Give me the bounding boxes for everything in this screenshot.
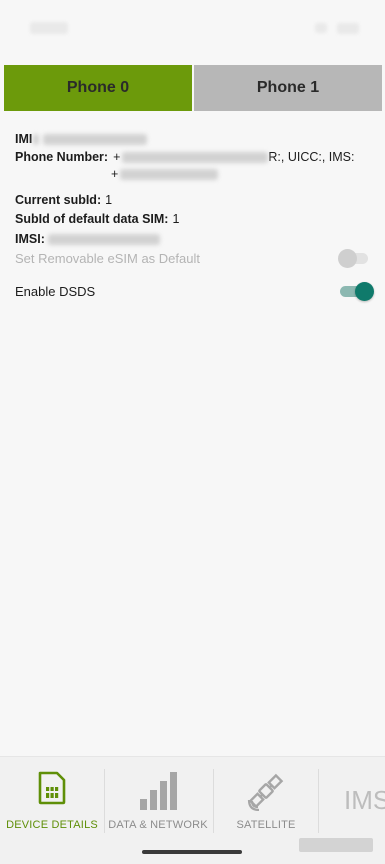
- current-subid-value: 1: [105, 192, 113, 207]
- signal-icon: [315, 23, 327, 33]
- dsds-label: Enable DSDS: [15, 283, 96, 299]
- phone-tabs: Phone 0 Phone 1: [4, 65, 382, 111]
- phone-number-row: Phone Number: + R:, UICC:, IMS:: [15, 149, 370, 167]
- watermark: [299, 838, 373, 852]
- tab-phone-0[interactable]: Phone 0: [4, 65, 192, 111]
- device-info: IMI Phone Number: + R:, UICC:, IMS: + Cu…: [15, 131, 370, 248]
- nav-divider: [318, 769, 319, 833]
- sim-card-icon: [38, 771, 66, 805]
- imei-row: IMI: [15, 131, 370, 149]
- status-icons: [315, 22, 359, 34]
- phone-number-label: Phone Number:: [15, 149, 109, 164]
- switch-thumb: [338, 249, 357, 268]
- nav-label: DATA & NETWORK: [108, 819, 208, 831]
- default-data-subid-row: SubId of default data SIM: 1: [15, 211, 370, 229]
- nav-label: DEVICE DETAILS: [6, 819, 98, 831]
- battery-icon: [337, 22, 359, 34]
- status-bar: [0, 0, 385, 56]
- status-time: [30, 22, 68, 34]
- default-data-subid-value: 1: [172, 212, 180, 226]
- nav-data-network[interactable]: DATA & NETWORK: [106, 767, 210, 839]
- satellite-icon: [247, 773, 284, 811]
- redacted-value: [122, 151, 269, 163]
- dsds-switch[interactable]: [338, 281, 374, 301]
- phone-number-prefix: +: [113, 149, 121, 164]
- current-subid-row: Current subId: 1: [15, 192, 370, 210]
- phone-number-line2-prefix: +: [111, 167, 119, 181]
- default-data-subid-label: SubId of default data SIM:: [15, 212, 169, 226]
- redacted-value: [43, 134, 148, 146]
- nav-satellite[interactable]: SATELLITE: [214, 767, 318, 839]
- phone-number-line2: +: [15, 166, 370, 184]
- signal-bars-icon: [140, 772, 177, 810]
- nav-device-details[interactable]: DEVICE DETAILS: [0, 767, 104, 839]
- current-subid-label: Current subId:: [15, 192, 102, 207]
- nav-divider: [104, 769, 105, 833]
- phone-number-suffix: R:, UICC:, IMS:: [268, 149, 355, 164]
- removable-esim-label: Set Removable eSIM as Default: [15, 250, 200, 266]
- switch-thumb: [355, 282, 374, 301]
- redacted-value: [120, 169, 219, 181]
- tab-phone-1[interactable]: Phone 1: [194, 65, 382, 111]
- nav-ims[interactable]: IMS: [344, 785, 385, 816]
- dsds-setting[interactable]: Enable DSDS: [15, 276, 374, 306]
- imei-label: IMI: [15, 132, 33, 146]
- nav-label: SATELLITE: [236, 819, 296, 831]
- removable-esim-setting: Set Removable eSIM as Default: [15, 243, 370, 273]
- redacted-value: [33, 134, 40, 146]
- gesture-bar[interactable]: [142, 850, 242, 854]
- removable-esim-switch[interactable]: [338, 248, 370, 268]
